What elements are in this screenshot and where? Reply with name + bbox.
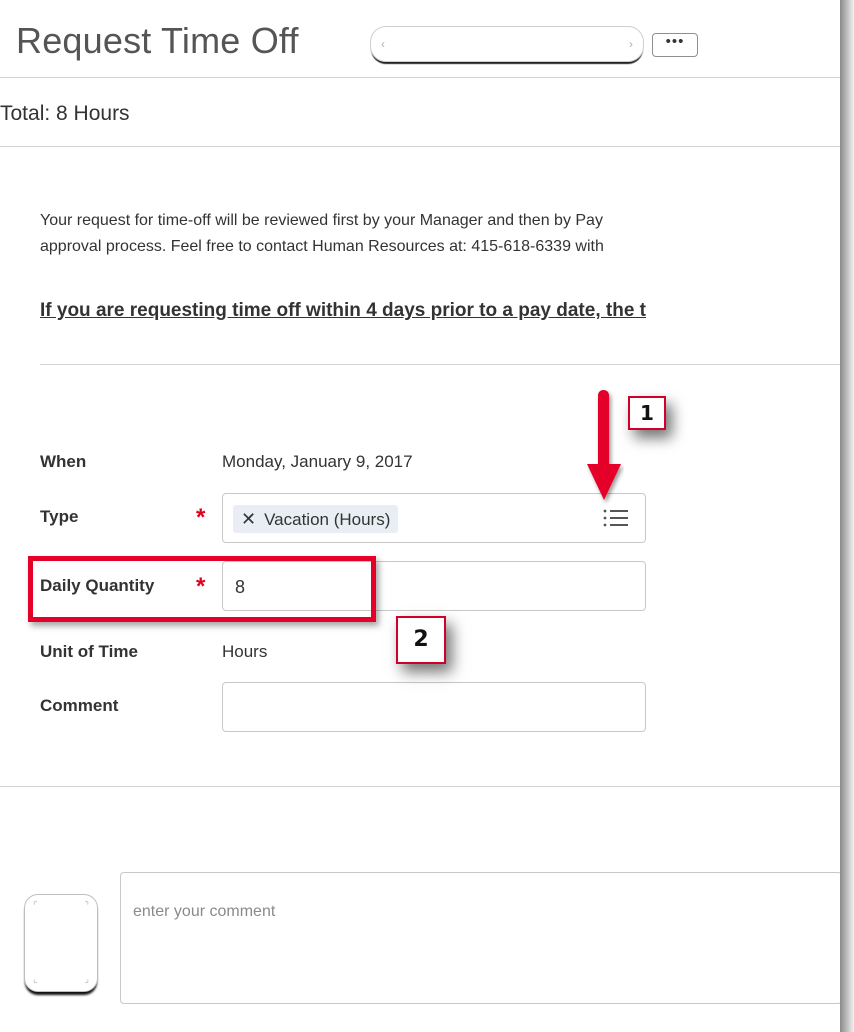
callout-badge-1: 1: [628, 396, 666, 430]
when-label: When: [40, 452, 87, 471]
form-divider: [0, 786, 840, 787]
summary-divider: [0, 146, 840, 147]
callout-badge-2: 2: [396, 616, 446, 664]
type-chip-label: Vacation (Hours): [264, 510, 391, 529]
comment-placeholder: enter your comment: [133, 903, 276, 920]
callout-arrow-icon: [587, 390, 621, 500]
page-edge-shadow: [840, 0, 854, 1032]
daily-quantity-highlight: [28, 556, 376, 622]
header-divider: [0, 77, 840, 78]
worker-name-pill[interactable]: ‹ ›: [370, 26, 644, 62]
avatar-corner-br: ⌟: [84, 974, 89, 985]
page-title: Request Time Off: [16, 20, 299, 61]
comment-composer-input[interactable]: enter your comment: [120, 872, 840, 1004]
comment-label: Comment: [40, 696, 119, 715]
avatar-corner-tr: ⌝: [84, 901, 89, 912]
avatar-corner-bl: ⌞: [33, 974, 38, 985]
instructions-text: Your request for time-off will be review…: [40, 208, 840, 260]
instructions-divider: [40, 364, 840, 365]
avatar: ⌜ ⌝ ⌞ ⌟: [24, 894, 98, 992]
type-required-marker: *: [196, 504, 206, 531]
pay-date-notice: If you are requesting time off within 4 …: [40, 300, 646, 321]
instructions-line-2: approval process. Feel free to contact H…: [40, 238, 604, 255]
when-value: Monday, January 9, 2017: [222, 452, 413, 471]
instructions-line-1: Your request for time-off will be review…: [40, 212, 603, 229]
comment-input[interactable]: [222, 682, 646, 732]
type-chip-vacation[interactable]: ✕ Vacation (Hours): [233, 505, 399, 533]
avatar-corner-tl: ⌜: [33, 901, 38, 912]
list-prompt-icon[interactable]: [601, 507, 631, 529]
related-actions-button[interactable]: •••: [652, 33, 698, 57]
request-time-off-page: Request Time Off ‹ › ••• Total: 8 Hours …: [0, 0, 840, 1032]
type-label: Type: [40, 507, 79, 526]
unit-of-time-value: Hours: [222, 642, 268, 661]
unit-of-time-label: Unit of Time: [40, 642, 138, 661]
pill-corner-left: ‹: [381, 37, 385, 51]
type-field[interactable]: ✕ Vacation (Hours): [222, 493, 646, 543]
total-hours: Total: 8 Hours: [0, 102, 130, 125]
pill-corner-right: ›: [629, 37, 633, 51]
chip-remove-icon[interactable]: ✕: [241, 509, 256, 529]
